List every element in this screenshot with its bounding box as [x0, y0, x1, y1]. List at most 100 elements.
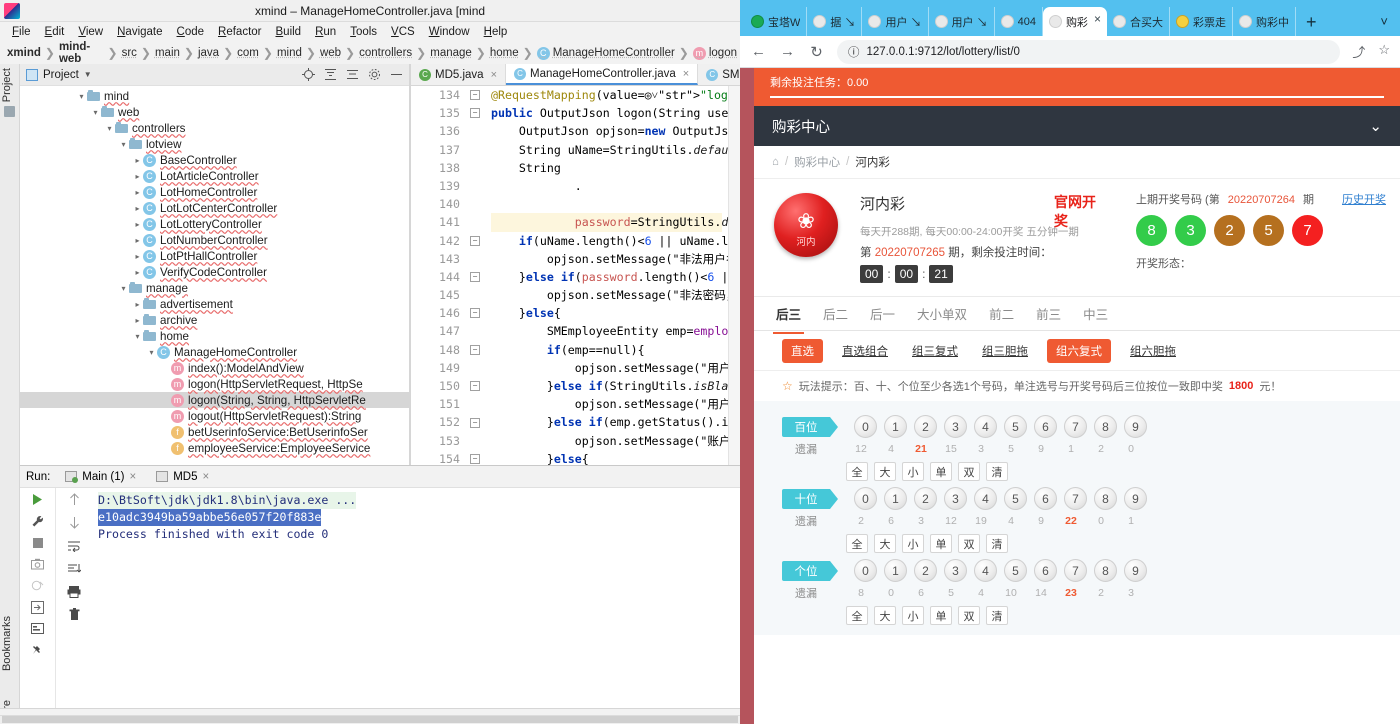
number-ball[interactable]: 8 [1094, 487, 1117, 510]
code-line[interactable]: }else if(password.length()<6 || pas [491, 268, 722, 286]
chevron-down-icon[interactable]: ▼ [84, 70, 92, 79]
code-line[interactable]: opjson.setMessage("非法密码，长度 [491, 286, 722, 304]
breadcrumb-item-java[interactable]: java [195, 47, 222, 59]
number-ball[interactable]: 9 [1124, 415, 1147, 438]
number-ball[interactable]: 9 [1124, 559, 1147, 582]
chevron-right-icon[interactable]: ▸ [132, 316, 143, 325]
breadcrumb[interactable]: xmind❯mind-web❯src❯main❯java❯com❯mind❯we… [0, 42, 740, 64]
tree-node[interactable]: ▸CLotHomeController [20, 184, 409, 200]
tree-node[interactable]: ▾CManageHomeController [20, 344, 409, 360]
soft-wrap-icon[interactable] [67, 539, 81, 552]
breadcrumb-item-mind[interactable]: mind [274, 47, 305, 59]
code-line[interactable]: }else{ [491, 304, 722, 322]
editor-tab[interactable]: CSMEmployee [698, 64, 740, 85]
minimize-icon[interactable] [390, 68, 403, 81]
quick-select-button[interactable]: 清 [986, 606, 1008, 625]
tree-node[interactable]: ▾web [20, 104, 409, 120]
number-ball[interactable]: 7 [1064, 559, 1087, 582]
play-type-tabs[interactable]: 后三后二后一大小单双前二前三中三 [754, 297, 1400, 331]
quick-select-button[interactable]: 小 [902, 534, 924, 553]
menu-item-run[interactable]: Run [308, 22, 343, 42]
quick-select-button[interactable]: 大 [874, 606, 896, 625]
run-tab-md5[interactable]: MD5 × [151, 471, 214, 483]
number-ball[interactable]: 6 [1034, 415, 1057, 438]
number-ball[interactable]: 5 [1004, 415, 1027, 438]
chevron-down-icon[interactable]: ▾ [118, 284, 129, 293]
tree-node[interactable]: ▾mind [20, 88, 409, 104]
number-ball[interactable]: 4 [974, 415, 997, 438]
breadcrumb-item-xmind[interactable]: xmind [4, 47, 44, 59]
fold-toggle-icon[interactable]: − [470, 272, 480, 282]
scroll-to-end-icon[interactable] [67, 562, 81, 575]
chevron-right-icon[interactable]: ▸ [132, 236, 143, 245]
official-draw-link[interactable]: 官网开奖 [1054, 193, 1096, 231]
code-line[interactable]: if(uName.length()<6 || uName.length [491, 232, 722, 250]
play-tab[interactable]: 后二 [823, 304, 848, 323]
quick-select-group[interactable]: 全大小单双清 [754, 606, 1400, 625]
number-ball[interactable]: 7 [1064, 487, 1087, 510]
trash-icon[interactable] [68, 608, 81, 621]
breadcrumb-item-src[interactable]: src [119, 47, 140, 59]
browser-tab[interactable]: 购彩× [1043, 7, 1107, 36]
bookmark-star-icon[interactable]: ☆ [1378, 42, 1390, 61]
quick-select-button[interactable]: 清 [986, 534, 1008, 553]
sub-play-button[interactable]: 直选组合 [837, 340, 893, 362]
chevron-right-icon[interactable]: ▸ [132, 220, 143, 229]
play-tab[interactable]: 中三 [1083, 304, 1108, 323]
page-breadcrumb[interactable]: ⌂ / 购彩中心 / 河内彩 [754, 146, 1400, 179]
tree-node[interactable]: ▸archive [20, 312, 409, 328]
number-ball[interactable]: 1 [884, 559, 907, 582]
history-link[interactable]: 历史开奖 [1342, 191, 1386, 207]
menu-item-tools[interactable]: Tools [343, 22, 384, 42]
sidebar-item-project[interactable]: Project [1, 68, 13, 102]
chevron-right-icon[interactable]: ▸ [132, 172, 143, 181]
menu-bar[interactable]: FileEditViewNavigateCodeRefactorBuildRun… [0, 22, 740, 42]
share-icon[interactable]: ⤴ [1352, 42, 1365, 61]
new-tab-button[interactable]: + [1296, 8, 1327, 36]
quick-select-button[interactable]: 大 [874, 462, 896, 481]
chevron-down-icon[interactable]: ▾ [146, 348, 157, 357]
browser-tab[interactable]: 合买大 [1107, 7, 1170, 36]
tree-node[interactable]: femployeeService:EmployeeService [20, 440, 409, 456]
tree-node[interactable]: ▾home [20, 328, 409, 344]
code-line[interactable]: SMEmployeeEntity emp=employeeSe [491, 322, 722, 340]
quick-select-button[interactable]: 清 [986, 462, 1008, 481]
play-tab[interactable]: 后一 [870, 304, 895, 323]
code-line[interactable]: String uName=StringUtils.defaultStr [491, 141, 722, 159]
code-line[interactable]: if(emp==null){ [491, 341, 722, 359]
export-icon[interactable] [31, 601, 44, 614]
code-line[interactable]: . [491, 177, 722, 195]
quick-select-button[interactable]: 全 [846, 606, 868, 625]
chevron-right-icon[interactable]: ▸ [132, 300, 143, 309]
tree-node[interactable]: fbetUserinfoService:BetUserinfoSer [20, 424, 409, 440]
chevron-right-icon[interactable]: ▸ [132, 268, 143, 277]
tree-node[interactable]: ▾manage [20, 280, 409, 296]
number-ball[interactable]: 8 [1094, 415, 1117, 438]
arrow-up-icon[interactable] [68, 493, 81, 506]
code-line[interactable]: opjson.setMessage("非法用户名，长 [491, 250, 722, 268]
tree-node[interactable]: ▸CLotPtHallController [20, 248, 409, 264]
quick-select-button[interactable]: 小 [902, 462, 924, 481]
browser-tab[interactable]: 彩票走 [1170, 7, 1233, 36]
number-ball[interactable]: 3 [944, 487, 967, 510]
code-line[interactable]: String [491, 159, 722, 177]
quick-select-button[interactable]: 双 [958, 606, 980, 625]
chevron-right-icon[interactable]: ▸ [132, 204, 143, 213]
menu-item-code[interactable]: Code [170, 22, 212, 42]
project-tree[interactable]: ▾mind▾web▾controllers▾lotview▸CBaseContr… [20, 86, 409, 465]
tree-node[interactable]: ▾controllers [20, 120, 409, 136]
code-line[interactable]: }else if(emp.getStatus().intVal [491, 413, 722, 431]
breadcrumb-item-manage[interactable]: manage [427, 47, 475, 59]
home-icon[interactable]: ⌂ [772, 156, 779, 168]
chevron-down-icon[interactable]: ▾ [132, 332, 143, 341]
fold-toggle-icon[interactable]: − [470, 236, 480, 246]
project-toolbar[interactable] [302, 68, 403, 81]
console-output[interactable]: D:\BtSoft\jdk\jdk1.8\bin\java.exe ...e10… [92, 492, 740, 709]
menu-item-refactor[interactable]: Refactor [211, 22, 268, 42]
menu-item-build[interactable]: Build [269, 22, 309, 42]
breadcrumb-item-controllers[interactable]: controllers [356, 47, 415, 59]
menu-item-file[interactable]: File [5, 22, 38, 42]
tree-node[interactable]: ▸CLotLotteryController [20, 216, 409, 232]
number-ball[interactable]: 1 [884, 415, 907, 438]
code-line[interactable]: }else{ [491, 450, 722, 465]
